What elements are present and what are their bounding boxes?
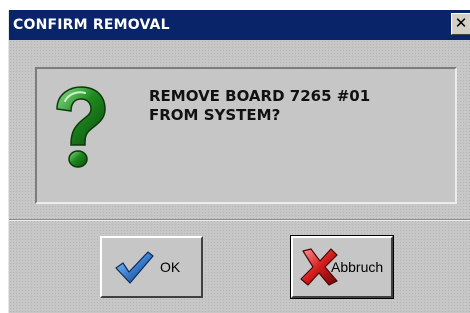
separator-line bbox=[9, 219, 470, 221]
ok-button[interactable]: OK bbox=[100, 236, 203, 298]
message-panel: REMOVE BOARD 7265 #01 FROM SYSTEM? bbox=[35, 67, 457, 204]
window-title: CONFIRM REMOVAL bbox=[13, 17, 170, 33]
question-mark-icon bbox=[56, 86, 106, 168]
confirmation-message: REMOVE BOARD 7265 #01 FROM SYSTEM? bbox=[149, 87, 371, 124]
close-icon: ✕ bbox=[454, 14, 468, 32]
abbruch-button-label: Abbruch bbox=[331, 259, 384, 275]
checkmark-icon bbox=[115, 251, 154, 284]
confirm-removal-dialog: CONFIRM REMOVAL ✕ REMOVE BOARD 7265 #01 … bbox=[8, 10, 470, 313]
title-bar[interactable]: CONFIRM REMOVAL ✕ bbox=[9, 10, 470, 40]
ok-button-label: OK bbox=[160, 259, 181, 275]
abbruch-button[interactable]: Abbruch bbox=[290, 235, 394, 299]
close-button[interactable]: ✕ bbox=[451, 13, 470, 35]
